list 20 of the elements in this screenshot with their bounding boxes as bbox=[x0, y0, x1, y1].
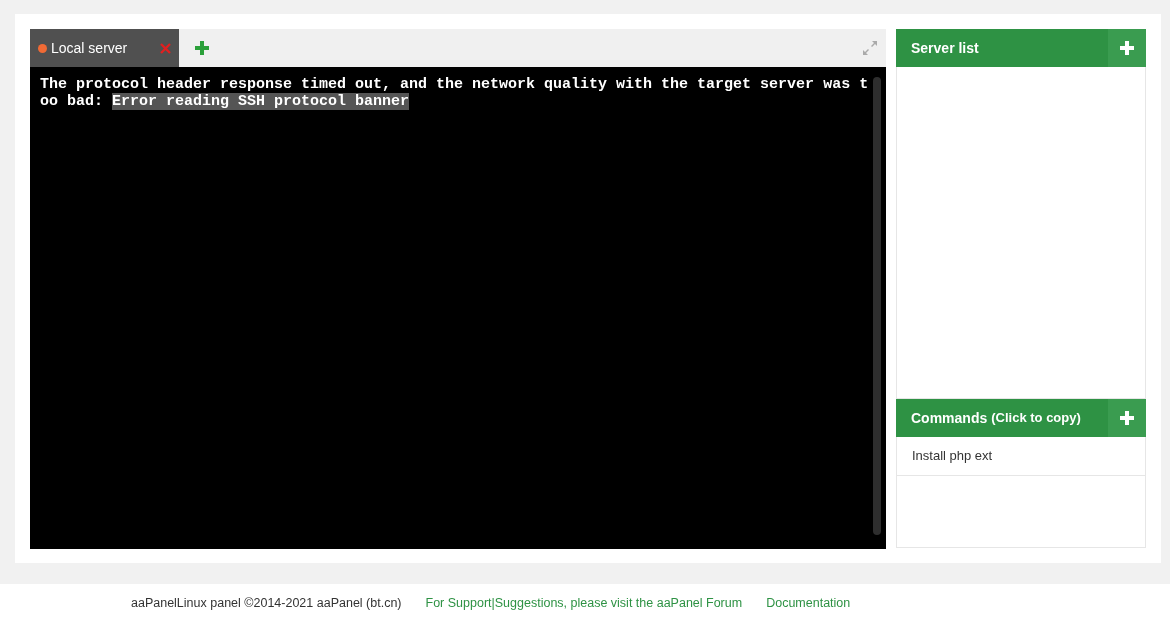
plus-icon bbox=[1120, 411, 1134, 425]
terminal-line: The protocol header response timed out, and the network quality with the target server was t bbox=[40, 76, 868, 93]
add-server-button[interactable] bbox=[1108, 29, 1146, 67]
expand-icon[interactable] bbox=[862, 40, 878, 56]
terminal-panel[interactable]: The protocol header response timed out, and the network quality with the target server was t oo bad: Error reading SSH protocol banner bbox=[30, 67, 886, 549]
panel-title: Server list bbox=[911, 38, 979, 58]
close-icon[interactable] bbox=[160, 42, 171, 54]
tab-label: Local server bbox=[51, 38, 129, 58]
plus-icon bbox=[1120, 41, 1134, 55]
footer-link[interactable]: For Support|Suggestions, please visit the aaPanel Forum bbox=[425, 593, 743, 613]
scrollbar[interactable] bbox=[873, 77, 881, 535]
copyright-text: aaPanelLinux panel ©2014-2021 aaPanel (bt.cn) bbox=[131, 594, 402, 612]
add-command-button[interactable] bbox=[1108, 399, 1146, 437]
footer-link[interactable]: Documentation bbox=[766, 593, 851, 613]
panel-title: Commands bbox=[911, 408, 988, 428]
terminal-line: oo bad: Error reading SSH protocol banner bbox=[40, 93, 411, 110]
plus-icon bbox=[195, 41, 209, 55]
terminal-tab[interactable]: Local server bbox=[30, 29, 179, 67]
new-tab-button[interactable] bbox=[195, 41, 209, 55]
panel-hint: (Click to copy) bbox=[991, 409, 1081, 428]
